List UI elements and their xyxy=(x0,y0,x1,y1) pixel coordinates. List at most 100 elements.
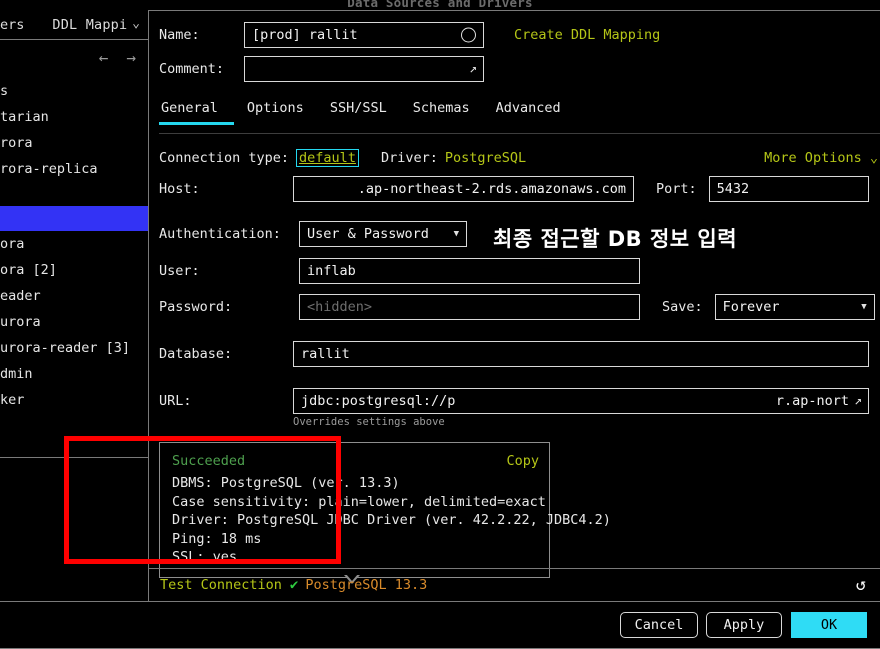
port-input[interactable]: 5432 xyxy=(709,176,869,202)
authentication-value: User & Password xyxy=(307,226,429,242)
test-connection-version: PostgreSQL 13.3 xyxy=(305,577,427,593)
result-line: SSL: yes xyxy=(172,548,611,567)
reset-icon[interactable]: ↺ xyxy=(856,575,866,595)
data-source-list-item[interactable]: ora [2] xyxy=(0,257,148,283)
url-input-value-end: r.ap-nort xyxy=(776,393,861,409)
more-options-toggle[interactable]: More Options ⌄ xyxy=(764,150,878,166)
tab-advanced[interactable]: Advanced xyxy=(483,100,574,125)
sidebar-history-nav: ← → xyxy=(0,39,148,75)
data-source-list-item[interactable]: rora xyxy=(0,130,148,156)
data-sources-sidebar: ers DDL Mappi ⌄ ← → starianrorarora-repl… xyxy=(0,10,148,601)
host-input-value: .ap-northeast-2.rds.amazonaws.com xyxy=(358,181,626,197)
name-row: Name: [prod] rallit Create DDL Mapping xyxy=(159,22,660,48)
chevron-down-icon: ▼ xyxy=(861,302,866,312)
save-value: Forever xyxy=(723,299,780,315)
comment-input[interactable]: ↗ xyxy=(244,56,484,82)
save-label: Save: xyxy=(662,299,703,315)
create-ddl-mapping-link[interactable]: Create DDL Mapping xyxy=(514,27,660,43)
url-row: URL: jdbc:postgresql://p r.ap-nort ↗ xyxy=(159,388,880,414)
data-source-list-item[interactable]: dmin xyxy=(0,361,148,387)
expand-editor-icon[interactable]: ↗ xyxy=(469,63,477,76)
port-input-value: 5432 xyxy=(717,181,750,197)
cancel-button[interactable]: Cancel xyxy=(620,612,698,638)
password-input[interactable]: <hidden> xyxy=(299,294,640,320)
database-input-value: rallit xyxy=(301,346,350,362)
sidebar-tab-ddl-mappings[interactable]: DDL Mappi xyxy=(52,17,127,33)
window-title: Data Sources and Drivers xyxy=(0,0,880,10)
database-input[interactable]: rallit xyxy=(293,341,869,367)
data-source-list-item[interactable]: s xyxy=(0,78,148,104)
data-source-list-item[interactable]: ker xyxy=(0,387,148,413)
result-line: Ping: 18 ms xyxy=(172,530,611,549)
copy-result-link[interactable]: Copy xyxy=(506,453,539,469)
host-label: Host: xyxy=(159,181,293,197)
test-connection-button[interactable]: Test Connection xyxy=(160,577,282,593)
host-row: Host: .ap-northeast-2.rds.amazonaws.com … xyxy=(159,176,880,202)
save-select[interactable]: Forever ▼ xyxy=(715,294,875,320)
chevron-down-icon[interactable]: ⌄ xyxy=(132,16,140,31)
data-source-editor: Name: [prod] rallit Create DDL Mapping C… xyxy=(149,10,880,601)
sidebar-section-divider xyxy=(0,457,148,458)
result-details: DBMS: PostgreSQL (ver. 13.3)Case sensiti… xyxy=(172,474,611,567)
tab-ssh-ssl[interactable]: SSH/SSL xyxy=(317,100,400,125)
back-arrow-icon[interactable]: ← xyxy=(99,48,109,67)
tabs-divider xyxy=(159,133,880,134)
chevron-down-icon: ▼ xyxy=(454,229,459,239)
data-source-list-item[interactable] xyxy=(0,182,148,206)
editor-tabs: GeneralOptionsSSH/SSLSchemasAdvanced xyxy=(159,100,574,125)
tab-general[interactable]: General xyxy=(159,100,234,125)
database-row: Database: rallit xyxy=(159,341,880,367)
user-input-value: inflab xyxy=(307,263,356,279)
dialog-data-sources-and-drivers: Data Sources and Drivers ers DDL Mappi ⌄… xyxy=(0,0,880,649)
host-input[interactable]: .ap-northeast-2.rds.amazonaws.com xyxy=(293,176,634,202)
user-input[interactable]: inflab xyxy=(299,258,640,284)
user-label: User: xyxy=(159,263,299,279)
result-status: Succeeded xyxy=(172,453,245,469)
data-source-list-item[interactable]: tarian xyxy=(0,104,148,130)
data-source-list-item[interactable]: rora-replica xyxy=(0,156,148,182)
connection-type-label: Connection type: xyxy=(159,150,289,166)
tab-schemas[interactable]: Schemas xyxy=(400,100,483,125)
sidebar-tabbar: ers DDL Mappi ⌄ xyxy=(0,10,148,39)
test-connection-row: Test Connection ✔ PostgreSQL 13.3 ↺ xyxy=(149,569,880,601)
data-source-list-item[interactable]: ora xyxy=(0,231,148,257)
data-source-list-item[interactable] xyxy=(0,206,148,231)
data-source-list-item[interactable]: urora-reader [3] xyxy=(0,335,148,361)
ok-button[interactable]: OK xyxy=(791,612,867,638)
more-options-label: More Options xyxy=(764,150,862,166)
apply-button[interactable]: Apply xyxy=(706,612,782,638)
user-row: User: inflab xyxy=(159,258,880,284)
password-placeholder: <hidden> xyxy=(307,299,372,315)
chevron-down-icon: ⌄ xyxy=(870,150,878,166)
result-line: Case sensitivity: plain=lower, delimited… xyxy=(172,493,611,512)
result-line: DBMS: PostgreSQL (ver. 13.3) xyxy=(172,474,611,493)
name-input[interactable]: [prod] rallit xyxy=(244,22,484,48)
url-hint: Overrides settings above xyxy=(293,416,445,428)
test-connection-result-panel: Succeeded Copy DBMS: PostgreSQL (ver. 13… xyxy=(159,442,550,578)
color-swatch-icon[interactable] xyxy=(461,28,476,43)
window-titlebar: Data Sources and Drivers xyxy=(0,0,880,10)
connection-type-value[interactable]: default xyxy=(296,149,359,167)
result-line: Driver: PostgreSQL JDBC Driver (ver. 42.… xyxy=(172,511,611,530)
expand-editor-icon[interactable]: ↗ xyxy=(854,395,862,408)
forward-arrow-icon[interactable]: → xyxy=(126,48,136,67)
connection-type-row: Connection type: default Driver: Postgre… xyxy=(159,149,880,167)
name-input-value: [prod] rallit xyxy=(252,27,358,43)
success-check-icon: ✔ xyxy=(290,577,298,593)
authentication-select[interactable]: User & Password ▼ xyxy=(299,221,467,247)
sidebar-tab-drivers[interactable]: ers xyxy=(0,17,24,33)
driver-value[interactable]: PostgreSQL xyxy=(445,150,526,166)
comment-label: Comment: xyxy=(159,61,244,77)
url-label: URL: xyxy=(159,393,293,409)
sidebar-tabbar-divider xyxy=(0,39,148,40)
url-input[interactable]: jdbc:postgresql://p r.ap-nort ↗ xyxy=(293,388,869,414)
data-source-list-item[interactable]: eader xyxy=(0,283,148,309)
tab-options[interactable]: Options xyxy=(234,100,317,125)
korean-annotation-text: 최종 접근할 DB 정보 입력 xyxy=(493,223,737,253)
port-label: Port: xyxy=(656,181,697,197)
dialog-footer: Cancel Apply OK xyxy=(0,602,880,649)
authentication-label: Authentication: xyxy=(159,226,299,242)
data-source-list-item[interactable]: urora xyxy=(0,309,148,335)
password-label: Password: xyxy=(159,299,299,315)
driver-label: Driver: xyxy=(381,150,438,166)
